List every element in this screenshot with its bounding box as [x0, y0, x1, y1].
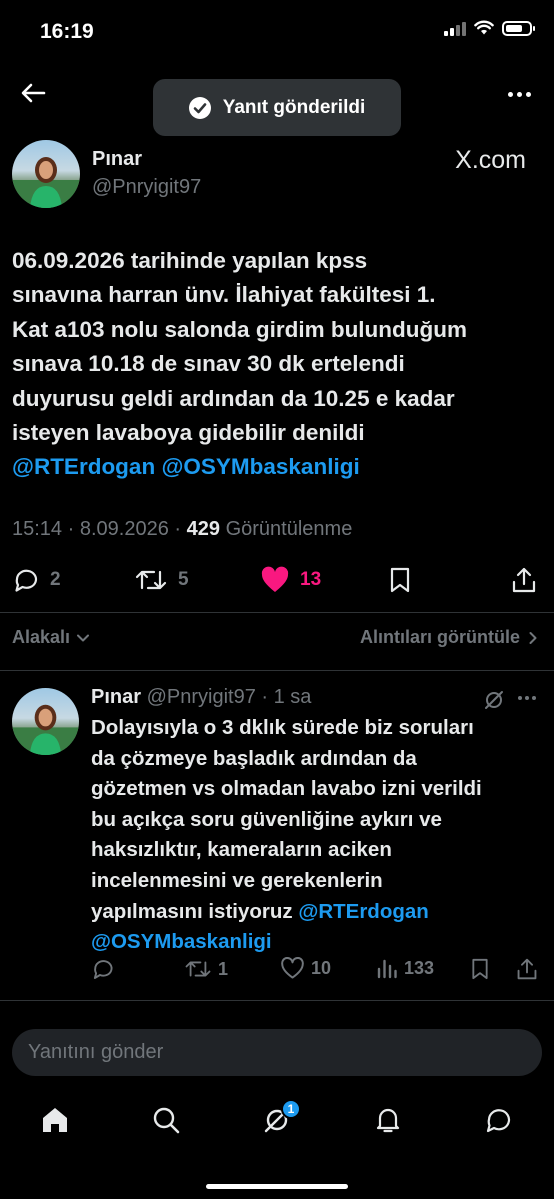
author-handle[interactable]: @Pnryigit97	[92, 176, 201, 199]
reply-author-handle[interactable]: @Pnryigit97	[147, 686, 256, 708]
tweet-text-line: 06.09.2026 tarihinde yapılan kpss	[12, 248, 368, 273]
divider	[0, 612, 554, 613]
reply-author-avatar[interactable]	[12, 688, 79, 755]
sort-label: Alakalı	[12, 627, 71, 647]
battery-icon	[502, 20, 535, 36]
reply-more-button[interactable]	[518, 696, 536, 700]
status-icons	[444, 20, 535, 36]
composer-placeholder: Yanıtını gönder	[28, 1041, 164, 1063]
reply-time: · 1 sa	[261, 686, 312, 708]
heart-icon	[281, 957, 304, 979]
reply-views-button[interactable]: 133	[376, 957, 434, 979]
reply-views-count: 133	[404, 957, 435, 978]
views-count: 429	[186, 518, 221, 540]
mention-link[interactable]: @OSYMbaskanligi	[91, 930, 272, 953]
reply-icon	[93, 960, 113, 979]
notification-badge: 1	[281, 1099, 301, 1119]
check-circle-icon	[188, 96, 211, 119]
messages-icon	[486, 1109, 511, 1133]
retweet-count: 5	[178, 569, 189, 590]
toast-notification: Yanıt gönderildi	[153, 79, 401, 136]
tweet-date: 8.09.2026	[79, 518, 169, 540]
reply-text-line: incelenmesini ve gerekenlerin	[91, 868, 383, 892]
reply-text-line: haksızlıktır, kameraların aciken	[91, 838, 392, 862]
author-avatar[interactable]	[12, 140, 80, 208]
reply-retweet-count: 1	[218, 958, 229, 979]
tweet-text-line: sınavına harran ünv. İlahiyat fakültesi …	[12, 282, 436, 308]
tweet-text-line: Kat a103 nolu salonda girdim bulunduğum	[12, 316, 468, 342]
divider	[0, 1000, 554, 1001]
wifi-icon	[474, 20, 494, 35]
cellular-signal-icon	[444, 20, 466, 36]
reply-text-line: Dolayısıyla o 3 dklık sürede biz sorular…	[91, 716, 474, 739]
x-brand-watermark: X.com	[455, 146, 526, 175]
share-button[interactable]	[511, 566, 537, 594]
brand-text: X.com	[455, 146, 526, 174]
reply-text-line: da çözmeye başladık ardından da	[91, 746, 417, 770]
toast-text: Yanıt gönderildi	[222, 96, 366, 118]
divider	[0, 670, 554, 671]
mention-link[interactable]: @RTErdogan	[298, 900, 428, 923]
quotes-label: Alıntıları görüntüle	[360, 627, 520, 647]
reply-like-count: 10	[311, 958, 332, 978]
bookmark-icon	[390, 567, 410, 593]
reply-icon	[15, 569, 38, 592]
tweet-text-line: sınava 10.18 de sınav 30 dk ertelendi	[12, 351, 405, 377]
reply-like-button[interactable]: 10	[280, 957, 331, 980]
retweet-icon	[185, 961, 211, 977]
like-button[interactable]: 13	[260, 566, 321, 594]
back-arrow-icon	[21, 83, 46, 103]
reply-bookmark-button[interactable]	[470, 957, 490, 981]
like-count: 13	[300, 569, 322, 590]
reply-share-button[interactable]	[516, 957, 538, 981]
nav-grok[interactable]: 1	[253, 1098, 301, 1142]
nav-messages[interactable]	[475, 1098, 523, 1142]
sort-dropdown[interactable]: Alakalı	[12, 627, 90, 648]
tweet-text-line: isteyen lavaboya gidebilir denildi	[12, 420, 365, 446]
mention-link[interactable]: @RTErdogan	[12, 454, 155, 479]
nav-notifications[interactable]	[364, 1098, 412, 1142]
share-icon	[512, 567, 536, 593]
chevron-right-icon	[529, 631, 537, 644]
chevron-down-icon	[77, 634, 90, 641]
author-name[interactable]: Pınar	[92, 148, 142, 171]
more-icon	[507, 91, 513, 97]
home-icon	[43, 1108, 67, 1132]
tweet-time: 15:14	[12, 518, 63, 540]
share-icon	[517, 958, 537, 980]
tweet-meta: 15:14 · 8.09.2026 · 429 Görüntülenme	[12, 518, 353, 540]
bookmark-icon	[472, 958, 488, 980]
reply-header: Pınar @Pnryigit97 · 1 sa	[91, 686, 311, 709]
views-icon	[377, 959, 397, 979]
home-indicator[interactable]	[206, 1184, 348, 1189]
view-quotes-link[interactable]: Alıntıları görüntüle	[360, 627, 538, 648]
reply-author-name[interactable]: Pınar	[91, 686, 141, 708]
nav-search[interactable]	[142, 1098, 190, 1142]
more-options-button[interactable]	[502, 80, 536, 108]
reply-text: Dolayısıyla o 3 dklık sürede biz sorular…	[91, 713, 541, 958]
reply-composer-input[interactable]: Yanıtını gönder	[12, 1029, 542, 1076]
reply-reply-button[interactable]	[91, 957, 115, 981]
retweet-icon	[135, 570, 167, 590]
reply-text-line: gözetmen vs olmadan lavabo izni verildi	[91, 777, 482, 801]
bookmark-button[interactable]	[388, 566, 412, 594]
nav-home[interactable]	[31, 1098, 79, 1142]
back-button[interactable]	[16, 76, 50, 110]
heart-icon	[261, 566, 289, 592]
reply-retweet-button[interactable]: 1	[184, 957, 228, 981]
status-time: 16:19	[40, 20, 94, 43]
search-icon	[153, 1107, 180, 1134]
tweet-text: 06.09.2026 tarihinde yapılan kpss sınavı…	[12, 244, 542, 485]
views-label[interactable]: Görüntülenme	[226, 518, 353, 540]
reply-count: 2	[50, 569, 61, 590]
reply-text-line: bu açıkça soru güvenliğine aykırı ve	[91, 807, 442, 831]
retweet-button[interactable]: 5	[134, 566, 189, 594]
reply-text-line: yapılmasını istiyoruz	[91, 899, 299, 923]
status-bar: 16:19	[0, 0, 554, 60]
mention-link[interactable]: @OSYMbaskanligi	[161, 454, 359, 479]
reply-button[interactable]: 2	[12, 566, 61, 594]
bell-icon	[376, 1108, 400, 1133]
more-icon	[518, 696, 522, 700]
tweet-text-line: duyurusu geldi ardından da 10.25 e kadar	[12, 385, 455, 411]
